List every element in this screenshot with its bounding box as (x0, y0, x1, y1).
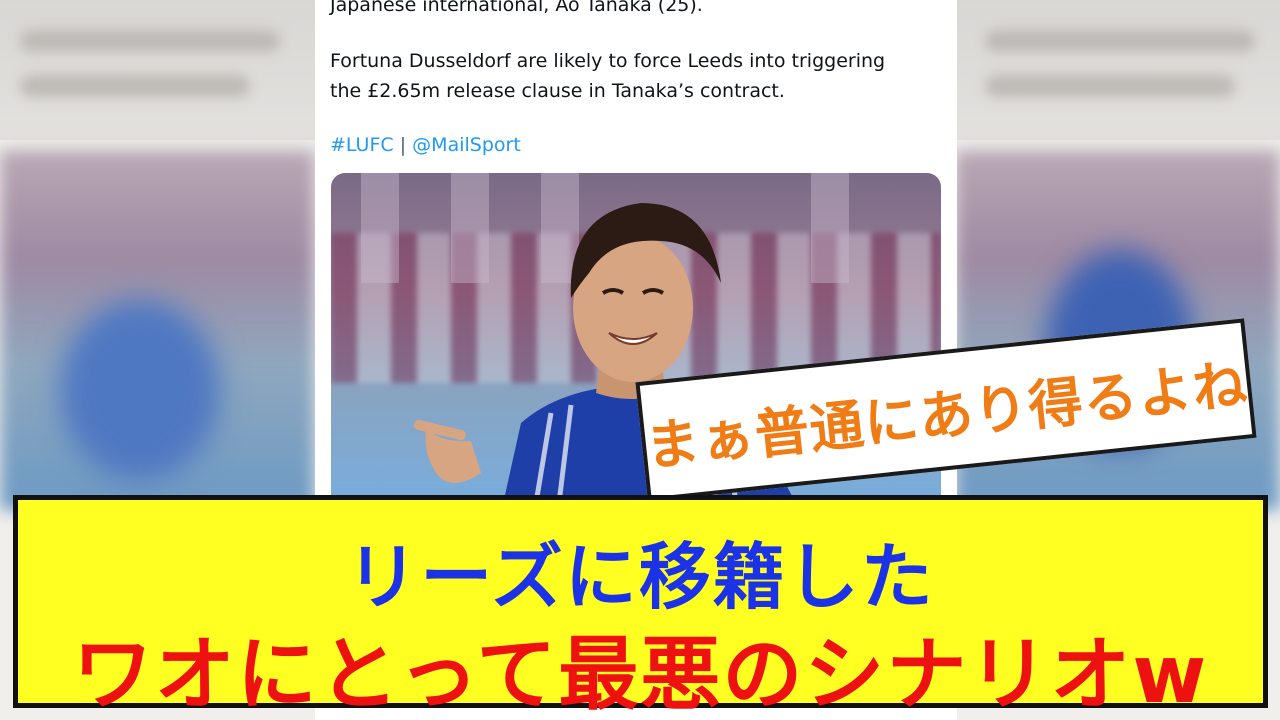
blurred-text-line (20, 30, 280, 52)
tweet-text-line: Japanese international, Ao Tanaka (25). (330, 0, 703, 16)
tweet-text-line: the £2.65m release clause in Tanaka’s co… (330, 80, 785, 102)
mention-link[interactable]: @MailSport (412, 134, 521, 156)
blurred-text-line (985, 75, 1235, 97)
caption-box: リーズに移籍した ワオにとって最悪のシナリオw (13, 495, 1268, 720)
blurred-text-area (955, 0, 1280, 140)
caption-line-2: ワオにとって最悪のシナリオw (72, 628, 1209, 720)
blurred-text-line (985, 30, 1255, 52)
tweet-text-line: Fortuna Dusseldorf are likely to force L… (330, 50, 886, 72)
caption-line-1: リーズに移籍した (346, 535, 935, 619)
hashtag-link[interactable]: #LUFC (330, 134, 394, 156)
blurred-figure (60, 300, 220, 480)
pointing-finger (414, 420, 466, 440)
blurred-text-area (0, 0, 315, 140)
tweet-tags: #LUFC | @MailSport (330, 134, 950, 156)
blurred-text-line (20, 75, 250, 97)
tag-separator: | (399, 134, 407, 156)
